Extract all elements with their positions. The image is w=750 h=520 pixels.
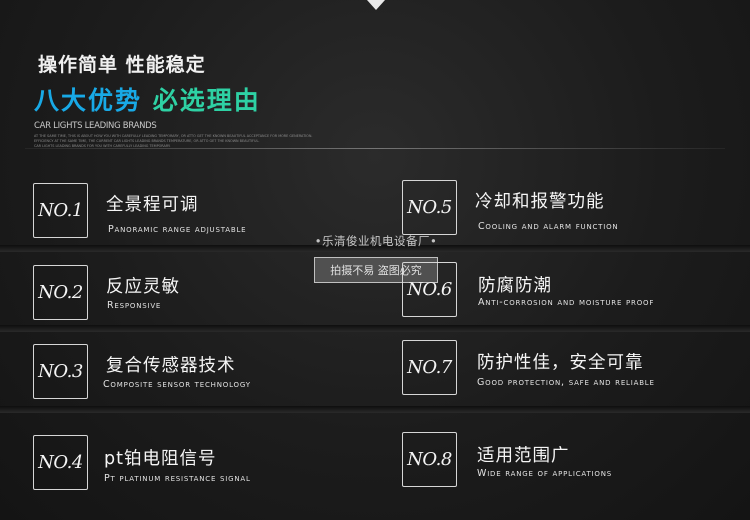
feature-title: 复合传感器技术 — [106, 356, 236, 376]
title-part-2: 必选理由 — [152, 86, 261, 115]
feature-item: NO.7 防护性佳，安全可靠 Good protection, safe and… — [402, 340, 732, 402]
row-divider — [0, 406, 750, 413]
feature-number-badge: NO.6 — [402, 262, 457, 317]
feature-subtitle: Panoramic range adjustable — [108, 224, 247, 235]
feature-subtitle: Good protection, safe and reliable — [477, 377, 655, 388]
header-subtitle: 操作简单 性能稳定 — [38, 54, 206, 76]
feature-number-badge: NO.2 — [33, 265, 88, 320]
feature-title: 全景程可调 — [106, 195, 199, 215]
feature-number-badge: NO.7 — [402, 340, 457, 395]
feature-title: 防护性佳，安全可靠 — [477, 353, 644, 373]
feature-subtitle: Wide range of applications — [477, 468, 612, 479]
feature-item: NO.1 全景程可调 Panoramic range adjustable — [33, 183, 363, 245]
feature-subtitle: Cooling and alarm function — [478, 221, 619, 232]
header-title: 八大优势 必选理由 — [34, 81, 261, 117]
feature-item: NO.6 防腐防潮 Anti-corrosion and moisture pr… — [402, 262, 732, 324]
feature-item: NO.8 适用范围广 Wide range of applications — [402, 432, 732, 494]
feature-title: 适用范围广 — [477, 446, 570, 466]
feature-title: 冷却和报警功能 — [475, 192, 605, 212]
title-part-1: 八大优势 — [34, 86, 143, 115]
header-divider — [25, 148, 725, 149]
feature-number-badge: NO.5 — [402, 180, 457, 235]
feature-number-badge: NO.3 — [33, 344, 88, 399]
feature-subtitle: Composite sensor technology — [103, 379, 251, 390]
row-divider — [0, 245, 750, 252]
feature-subtitle: Pt platinum resistance signal — [104, 473, 251, 484]
fine-print: AT THE SAME TIME, THIS IS ABOUT HOW YOU … — [34, 134, 334, 149]
feature-number-badge: NO.1 — [33, 183, 88, 238]
top-notch-decoration — [367, 0, 385, 10]
feature-subtitle: Responsive — [107, 300, 162, 311]
feature-subtitle: Anti-corrosion and moisture proof — [478, 297, 655, 308]
feature-number-badge: NO.8 — [402, 432, 457, 487]
feature-item: NO.5 冷却和报警功能 Cooling and alarm function — [402, 180, 732, 242]
feature-title: 反应灵敏 — [106, 277, 180, 297]
feature-item: NO.2 反应灵敏 Responsive — [33, 265, 363, 327]
feature-item: NO.3 复合传感器技术 Composite sensor technology — [33, 344, 363, 406]
feature-item: NO.4 pt铂电阻信号 Pt platinum resistance sign… — [33, 435, 363, 497]
brand-tagline: CAR LIGHTS LEADING BRANDS — [34, 121, 157, 131]
feature-title: pt铂电阻信号 — [104, 449, 217, 469]
feature-title: 防腐防潮 — [478, 276, 552, 296]
feature-number-badge: NO.4 — [33, 435, 88, 490]
